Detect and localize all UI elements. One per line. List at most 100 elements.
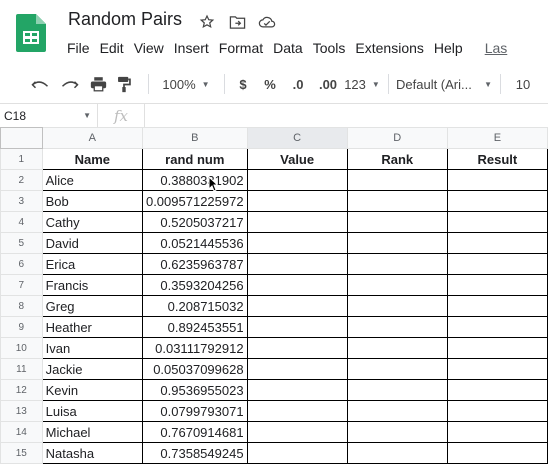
result-cell[interactable] xyxy=(446,358,548,380)
rank-cell[interactable] xyxy=(346,442,448,464)
value-cell[interactable] xyxy=(246,358,348,380)
print-icon[interactable] xyxy=(86,72,110,96)
result-cell[interactable] xyxy=(446,253,548,275)
name-cell[interactable]: Bob xyxy=(41,190,143,212)
row-header[interactable]: 3 xyxy=(0,190,43,212)
row-header[interactable]: 13 xyxy=(0,400,43,422)
sheets-logo-icon[interactable] xyxy=(16,14,46,52)
currency-format-button[interactable]: $ xyxy=(232,72,254,96)
name-cell[interactable]: Michael xyxy=(41,421,143,443)
formula-input[interactable] xyxy=(144,104,548,127)
rank-cell[interactable] xyxy=(346,190,448,212)
result-cell[interactable] xyxy=(446,400,548,422)
rand-cell[interactable]: 0.009571225972 xyxy=(141,190,248,212)
column-header-a[interactable]: A xyxy=(41,127,143,149)
result-cell[interactable] xyxy=(446,190,548,212)
menu-edit[interactable]: Edit xyxy=(95,38,129,58)
decrease-decimal-button[interactable]: .0 xyxy=(286,72,310,96)
rank-cell[interactable] xyxy=(346,421,448,443)
value-cell[interactable] xyxy=(246,379,348,401)
result-cell[interactable] xyxy=(446,295,548,317)
name-cell[interactable]: Cathy xyxy=(41,211,143,233)
value-cell[interactable] xyxy=(246,421,348,443)
row-header[interactable]: 2 xyxy=(0,169,43,191)
rank-cell[interactable] xyxy=(346,295,448,317)
rand-cell[interactable]: 0.03111792912 xyxy=(141,337,248,359)
select-all-corner[interactable] xyxy=(0,127,43,149)
row-header[interactable]: 10 xyxy=(0,337,43,359)
header-cell-rand[interactable]: rand num xyxy=(141,148,248,170)
name-cell[interactable]: Luisa xyxy=(41,400,143,422)
value-cell[interactable] xyxy=(246,295,348,317)
row-header[interactable]: 7 xyxy=(0,274,43,296)
value-cell[interactable] xyxy=(246,442,348,464)
row-header[interactable]: 4 xyxy=(0,211,43,233)
menu-insert[interactable]: Insert xyxy=(169,38,214,58)
font-size-select[interactable]: 10 xyxy=(508,72,538,96)
rand-cell[interactable]: 0.3880331902 xyxy=(141,169,248,191)
result-cell[interactable] xyxy=(446,421,548,443)
rand-cell[interactable]: 0.0521445536 xyxy=(141,232,248,254)
redo-icon[interactable] xyxy=(58,72,82,96)
row-header[interactable]: 12 xyxy=(0,379,43,401)
font-select[interactable]: Default (Ari... ▼ xyxy=(396,72,492,96)
row-header[interactable]: 5 xyxy=(0,232,43,254)
name-cell[interactable]: Greg xyxy=(41,295,143,317)
row-header[interactable]: 11 xyxy=(0,358,43,380)
rand-cell[interactable]: 0.5205037217 xyxy=(141,211,248,233)
result-cell[interactable] xyxy=(446,337,548,359)
rank-cell[interactable] xyxy=(346,169,448,191)
rand-cell[interactable]: 0.05037099628 xyxy=(141,358,248,380)
result-cell[interactable] xyxy=(446,379,548,401)
rand-cell[interactable]: 0.208715032 xyxy=(141,295,248,317)
name-box[interactable]: C18 ▼ xyxy=(0,104,98,127)
rand-cell[interactable]: 0.3593204256 xyxy=(141,274,248,296)
value-cell[interactable] xyxy=(246,211,348,233)
result-cell[interactable] xyxy=(446,232,548,254)
column-header-d[interactable]: D xyxy=(346,127,448,149)
percent-format-button[interactable]: % xyxy=(258,72,282,96)
row-header[interactable]: 6 xyxy=(0,253,43,275)
value-cell[interactable] xyxy=(246,253,348,275)
column-header-b[interactable]: B xyxy=(141,127,248,149)
row-header[interactable]: 9 xyxy=(0,316,43,338)
name-cell[interactable]: Erica xyxy=(41,253,143,275)
more-formats-select[interactable]: 123 ▼ xyxy=(344,72,380,96)
rand-cell[interactable]: 0.892453551 xyxy=(141,316,248,338)
header-cell-rank[interactable]: Rank xyxy=(346,148,448,170)
move-folder-icon[interactable] xyxy=(226,11,248,33)
undo-icon[interactable] xyxy=(28,72,52,96)
row-header[interactable]: 1 xyxy=(0,148,43,170)
value-cell[interactable] xyxy=(246,232,348,254)
header-cell-name[interactable]: Name xyxy=(41,148,143,170)
rank-cell[interactable] xyxy=(346,211,448,233)
rand-cell[interactable]: 0.9536955023 xyxy=(141,379,248,401)
result-cell[interactable] xyxy=(446,274,548,296)
last-edit-link[interactable]: Las xyxy=(480,38,513,58)
paint-format-icon[interactable] xyxy=(112,72,136,96)
name-cell[interactable]: Ivan xyxy=(41,337,143,359)
header-cell-result[interactable]: Result xyxy=(446,148,548,170)
zoom-select[interactable]: 100% ▼ xyxy=(156,72,216,96)
rank-cell[interactable] xyxy=(346,400,448,422)
star-icon[interactable] xyxy=(196,11,218,33)
cloud-status-icon[interactable] xyxy=(256,11,278,33)
menu-view[interactable]: View xyxy=(129,38,169,58)
rand-cell[interactable]: 0.6235963787 xyxy=(141,253,248,275)
rand-cell[interactable]: 0.0799793071 xyxy=(141,400,248,422)
rand-cell[interactable]: 0.7358549245 xyxy=(141,442,248,464)
name-cell[interactable]: Natasha xyxy=(41,442,143,464)
value-cell[interactable] xyxy=(246,316,348,338)
result-cell[interactable] xyxy=(446,442,548,464)
name-cell[interactable]: Alice xyxy=(41,169,143,191)
header-cell-value[interactable]: Value xyxy=(246,148,348,170)
menu-file[interactable]: File xyxy=(62,38,95,58)
column-header-c[interactable]: C xyxy=(246,127,348,149)
rank-cell[interactable] xyxy=(346,232,448,254)
menu-data[interactable]: Data xyxy=(268,38,308,58)
result-cell[interactable] xyxy=(446,169,548,191)
row-header[interactable]: 14 xyxy=(0,421,43,443)
value-cell[interactable] xyxy=(246,169,348,191)
name-cell[interactable]: David xyxy=(41,232,143,254)
rank-cell[interactable] xyxy=(346,316,448,338)
